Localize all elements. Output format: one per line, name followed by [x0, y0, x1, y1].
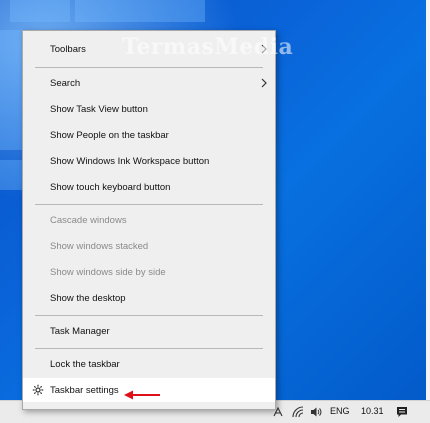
taskbar-context-menu: Toolbars Search Show Task View button Sh… [22, 30, 276, 410]
window-logo-pane [10, 0, 70, 22]
menu-item-label: Show Task View button [50, 103, 148, 115]
menu-item-task-manager[interactable]: Task Manager [23, 319, 275, 343]
menu-item-label: Show the desktop [50, 292, 126, 304]
menu-separator [35, 204, 263, 205]
menu-item-label: Task Manager [50, 325, 110, 337]
menu-item-show-desktop[interactable]: Show the desktop [23, 286, 275, 310]
menu-item-label: Lock the taskbar [50, 358, 120, 370]
gear-icon [32, 384, 44, 396]
network-icon[interactable] [292, 406, 304, 418]
clock[interactable]: 10.31 [361, 406, 384, 416]
menu-item-toolbars[interactable]: Toolbars [23, 37, 275, 61]
menu-item-label: Show People on the taskbar [50, 129, 169, 141]
volume-icon[interactable] [310, 406, 322, 418]
menu-item-label: Cascade windows [50, 214, 127, 226]
menu-item-search[interactable]: Search [23, 71, 275, 95]
menu-item-label: Toolbars [50, 43, 86, 55]
menu-separator [35, 348, 263, 349]
right-edge [426, 0, 430, 400]
menu-item-windows-side-by-side: Show windows side by side [23, 260, 275, 284]
window-logo-pane [0, 30, 22, 150]
chevron-right-icon [261, 78, 267, 88]
menu-item-label: Search [50, 77, 81, 89]
window-logo-pane [0, 160, 22, 190]
language-indicator[interactable]: ENG [330, 406, 350, 416]
window-logo-pane [75, 0, 205, 22]
menu-item-label: Show touch keyboard button [50, 181, 171, 193]
menu-separator [35, 315, 263, 316]
menu-item-label: Show windows stacked [50, 240, 149, 252]
menu-item-cascade-windows: Cascade windows [23, 208, 275, 232]
menu-item-label: Show windows side by side [50, 266, 166, 278]
menu-item-show-task-view[interactable]: Show Task View button [23, 97, 275, 121]
menu-item-label: Show Windows Ink Workspace button [50, 155, 210, 167]
menu-item-label: Taskbar settings [50, 384, 119, 396]
red-arrow-icon [124, 390, 160, 400]
menu-item-lock-taskbar[interactable]: Lock the taskbar [23, 352, 275, 376]
menu-item-show-people[interactable]: Show People on the taskbar [23, 123, 275, 147]
chevron-right-icon [261, 44, 267, 54]
menu-item-show-ink-workspace[interactable]: Show Windows Ink Workspace button [23, 149, 275, 173]
notification-icon[interactable] [396, 406, 408, 418]
menu-item-show-touch-keyboard[interactable]: Show touch keyboard button [23, 175, 275, 199]
menu-separator [35, 67, 263, 68]
menu-item-windows-stacked: Show windows stacked [23, 234, 275, 258]
